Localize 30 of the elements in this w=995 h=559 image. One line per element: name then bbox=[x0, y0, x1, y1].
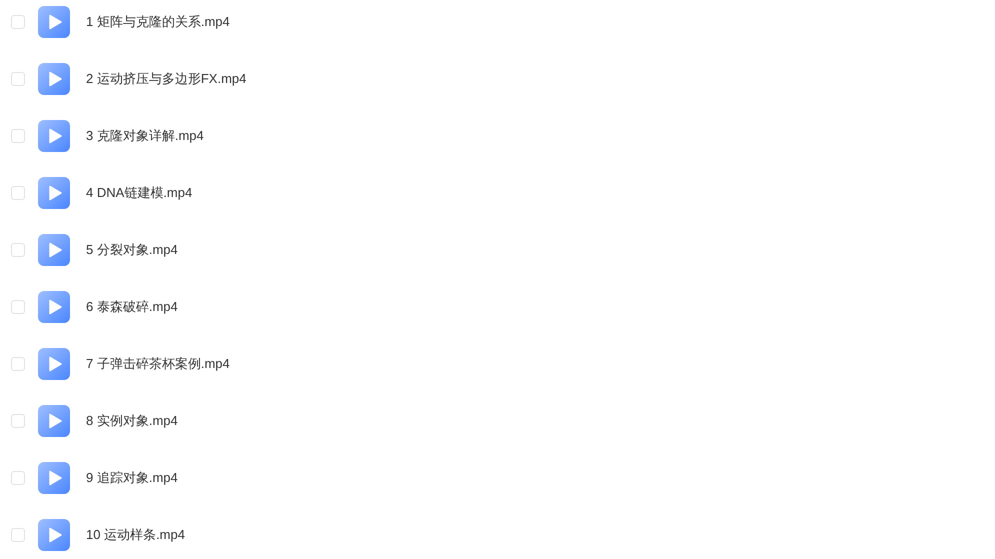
video-file-icon bbox=[38, 405, 70, 437]
video-file-icon bbox=[38, 63, 70, 95]
checkbox[interactable] bbox=[11, 72, 25, 86]
checkbox[interactable] bbox=[11, 414, 25, 428]
video-file-icon bbox=[38, 6, 70, 38]
file-name[interactable]: 2 运动挤压与多边形FX.mp4 bbox=[86, 69, 246, 89]
video-file-icon bbox=[38, 234, 70, 266]
video-file-icon bbox=[38, 177, 70, 209]
video-file-icon bbox=[38, 291, 70, 323]
video-file-icon bbox=[38, 120, 70, 152]
checkbox[interactable] bbox=[11, 129, 25, 143]
file-name[interactable]: 1 矩阵与克隆的关系.mp4 bbox=[86, 12, 230, 32]
file-name[interactable]: 9 追踪对象.mp4 bbox=[86, 468, 178, 488]
video-file-icon bbox=[38, 519, 70, 551]
file-name[interactable]: 5 分裂对象.mp4 bbox=[86, 240, 178, 260]
checkbox[interactable] bbox=[11, 15, 25, 29]
file-name[interactable]: 6 泰森破碎.mp4 bbox=[86, 297, 178, 317]
file-name[interactable]: 3 克隆对象详解.mp4 bbox=[86, 126, 204, 146]
video-file-icon bbox=[38, 462, 70, 494]
checkbox[interactable] bbox=[11, 357, 25, 371]
checkbox[interactable] bbox=[11, 243, 25, 257]
video-file-icon bbox=[38, 348, 70, 380]
file-name[interactable]: 4 DNA链建模.mp4 bbox=[86, 183, 192, 203]
checkbox[interactable] bbox=[11, 300, 25, 314]
checkbox[interactable] bbox=[11, 528, 25, 542]
file-name[interactable]: 7 子弹击碎茶杯案例.mp4 bbox=[86, 354, 230, 374]
checkbox[interactable] bbox=[11, 186, 25, 200]
checkbox[interactable] bbox=[11, 471, 25, 485]
file-name[interactable]: 8 实例对象.mp4 bbox=[86, 411, 178, 431]
file-name[interactable]: 10 运动样条.mp4 bbox=[86, 525, 185, 545]
